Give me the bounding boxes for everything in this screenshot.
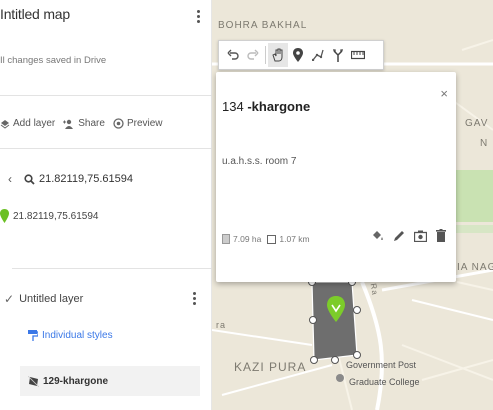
divider [0,148,212,149]
layer-menu-icon[interactable] [193,292,197,306]
map-pin-icon [0,209,9,223]
map-label: Ra [368,282,380,297]
close-icon[interactable]: × [440,86,448,101]
map-label: N [480,138,489,149]
draw-line-icon[interactable] [308,43,328,67]
map-toolbar [218,40,384,70]
feature-perimeter: 1.07 km [279,234,310,244]
preview-eye-icon [113,118,124,129]
feature-measurements: 7.09 ha 1.07 km [222,234,316,244]
map-label: BOHRA BAKHAL [218,20,308,31]
map-label: IA NAG [457,262,493,273]
redo-icon[interactable] [243,43,263,67]
share-label: Share [78,118,105,129]
search-result-header: ‹ 21.82119,75.61594 [8,172,133,186]
add-layer-label: Add layer [13,118,56,129]
preview-label: Preview [126,118,163,129]
add-layer-button[interactable]: Add layer [0,118,55,129]
search-query[interactable]: 21.82119,75.61594 [39,173,133,185]
layer-header: ✓ Untitled layer [4,292,83,306]
map-label: KAZI PURA [234,360,307,374]
edit-pencil-icon[interactable] [393,230,405,242]
layer-visibility-checkbox[interactable]: ✓ [4,292,14,306]
search-result-label: 21.82119,75.61594 [13,210,99,222]
paint-roller-icon [28,330,38,341]
polygon-icon [28,375,39,387]
perimeter-icon [267,234,277,244]
toolbar-separator [265,46,266,64]
popup-actions [362,229,446,242]
undo-icon[interactable] [223,43,243,67]
feature-popup-name: -khargone [247,99,311,114]
feature-name: 129-khargone [43,375,109,387]
divider [0,95,212,96]
delete-trash-icon[interactable] [436,229,446,242]
search-result-item[interactable]: 21.82119,75.61594 [0,209,98,223]
camera-icon[interactable] [414,230,427,242]
preview-button[interactable]: Preview [113,118,163,129]
add-layer-icon [0,119,10,129]
ruler-icon[interactable] [348,43,368,67]
poi-label: Graduate College [349,377,420,387]
feature-title: 134 -khargone [222,99,310,114]
poi-label: Government Post [346,360,417,370]
save-status: Il changes saved in Drive [0,55,107,66]
layer-feature-item[interactable]: 129-khargone [20,366,200,396]
marker-icon[interactable] [288,43,308,67]
arrow-left-icon[interactable]: ‹ [8,172,12,186]
area-icon [222,234,230,244]
add-person-icon [63,119,74,129]
divider [12,268,212,269]
share-button[interactable]: Share [63,118,105,129]
individual-styles-link[interactable]: Individual styles [28,330,113,341]
layer-name[interactable]: Untitled layer [19,293,83,305]
directions-icon[interactable] [328,43,348,67]
map-title[interactable]: Intitled map [0,6,70,22]
hand-icon[interactable] [268,43,288,67]
map-pin-icon[interactable] [327,296,345,322]
feature-info-popup: 134 -khargone × u.a.h.s.s. room 7 7.09 h… [216,72,456,282]
map-menu-icon[interactable] [197,10,201,24]
left-panel: Intitled map Il changes saved in Drive A… [0,0,212,410]
map-label: GAV [465,118,489,129]
feature-description: u.a.h.s.s. room 7 [222,156,297,167]
individual-styles-label: Individual styles [42,330,113,341]
feature-area: 7.09 ha [233,234,262,244]
map-label: ra [216,320,227,330]
paint-bucket-icon[interactable] [371,229,384,242]
feature-id: 134 [222,99,244,114]
search-icon [24,173,35,185]
layer-actions: Add layer Share Preview [0,118,171,129]
